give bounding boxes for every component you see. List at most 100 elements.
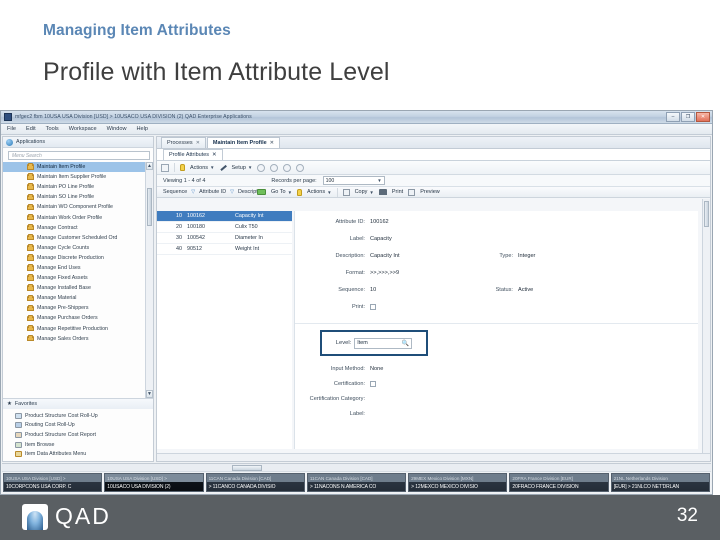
- sidebar-item-6[interactable]: Manage Contract: [3, 223, 153, 233]
- level-input[interactable]: Item 🔍: [354, 337, 413, 349]
- window-controls[interactable]: – ❐ ✕: [666, 112, 710, 122]
- close-icon[interactable]: ✕: [270, 140, 274, 146]
- menu-item-help[interactable]: Help: [137, 126, 149, 132]
- domain-segments[interactable]: 10USA USA Division [USD] > 10CORPCONS US…: [2, 472, 711, 493]
- sidebar-item-13[interactable]: Manage Material: [3, 293, 153, 303]
- sidebar-item-2[interactable]: Maintain PO Line Profile: [3, 182, 153, 192]
- column-header-sequence[interactable]: Sequence: [163, 189, 187, 195]
- sub-tab-bar[interactable]: Profile Attributes ✕: [157, 149, 710, 161]
- copy-menu[interactable]: Copy ▼: [355, 189, 374, 195]
- tab-profile-attributes[interactable]: Profile Attributes ✕: [163, 149, 223, 160]
- goto-menu[interactable]: Go To ▼: [271, 189, 292, 195]
- sidebar-item-4[interactable]: Maintain WO Component Profile: [3, 202, 153, 212]
- last-record-icon[interactable]: [296, 163, 305, 172]
- favorite-item-3[interactable]: Item Browse: [3, 440, 153, 450]
- print-checkbox[interactable]: [370, 304, 376, 310]
- tab-bar[interactable]: Processes ✕ Maintain Item Profile ✕: [157, 137, 710, 149]
- scrollbar-thumb[interactable]: [704, 201, 709, 227]
- filter-icon[interactable]: ▽: [191, 189, 195, 195]
- menu-item-file[interactable]: File: [7, 126, 16, 132]
- menu-bar[interactable]: File Edit Tools Workspace Window Help: [1, 124, 712, 135]
- menu-item-window[interactable]: Window: [107, 126, 127, 132]
- sidebar-item-8[interactable]: Manage Cycle Counts: [3, 243, 153, 253]
- scrollbar-thumb[interactable]: [232, 465, 262, 471]
- setup-menu[interactable]: Setup ▼: [232, 165, 253, 171]
- minimize-button[interactable]: –: [666, 112, 680, 122]
- menu-search-input[interactable]: Menu Search: [8, 151, 150, 160]
- close-button[interactable]: ✕: [696, 112, 710, 122]
- sidebar-item-14[interactable]: Manage Pre-Shippers: [3, 303, 153, 313]
- copy-icon[interactable]: [342, 188, 350, 196]
- table-row[interactable]: 20 100180 Culix T50: [157, 222, 292, 233]
- status-segment-active[interactable]: 10USA USA Division [USD] > 10USACO USA D…: [104, 473, 204, 492]
- level-field[interactable]: Level: Item 🔍: [336, 337, 413, 349]
- status-segment[interactable]: 11CAN Canada Division [CAD] > 11CANCO CA…: [205, 473, 305, 492]
- viewing-label: Viewing 1 - 4 of 4: [163, 177, 206, 184]
- favorite-item-0[interactable]: Product Structure Cost Roll-Up: [3, 411, 153, 421]
- grid-body[interactable]: 10 100162 Capacity Int 20 100180 Culix T…: [157, 211, 292, 449]
- status-segment[interactable]: 11CAN Canada Division [CAD] > 11NACONS N…: [306, 473, 407, 492]
- certification-checkbox[interactable]: [370, 381, 376, 387]
- maximize-button[interactable]: ❐: [681, 112, 695, 122]
- print-button[interactable]: Print: [392, 189, 403, 195]
- sidebar-item-9[interactable]: Manage Discrete Production: [3, 253, 153, 263]
- goto-icon[interactable]: [257, 189, 266, 195]
- next-record-icon[interactable]: [283, 163, 292, 172]
- sidebar-item-10[interactable]: Manage End Uses: [3, 263, 153, 273]
- table-row[interactable]: 10 100162 Capacity Int: [157, 211, 292, 222]
- sidebar-item-17[interactable]: Manage Sales Orders: [3, 334, 153, 344]
- expand-icon[interactable]: [161, 163, 169, 172]
- work-scrollbar[interactable]: [702, 199, 710, 453]
- sidebar-item-3[interactable]: Maintain SO Line Profile: [3, 192, 153, 202]
- table-row[interactable]: 40 90512 Weight Int: [157, 244, 292, 255]
- first-record-icon[interactable]: [257, 163, 266, 172]
- status-scrollbar[interactable]: [2, 464, 711, 472]
- sidebar-item-7[interactable]: Manage Customer Scheduled Ord: [3, 233, 153, 243]
- sidebar-scrollbar[interactable]: ▲ ▼: [145, 162, 153, 398]
- scroll-up-icon[interactable]: ▲: [146, 162, 153, 170]
- close-icon[interactable]: ✕: [212, 152, 217, 158]
- grid-header[interactable]: Sequence ▽ Attribute ID ▽ Description Go…: [157, 187, 710, 198]
- sidebar-item-16[interactable]: Manage Repetitive Production: [3, 324, 153, 334]
- sidebar-item-1[interactable]: Maintain Item Supplier Profile: [3, 172, 153, 182]
- grid-toolbar[interactable]: Go To ▼ Actions ▼ Copy ▼ Print Preview: [257, 187, 440, 197]
- records-per-page-select[interactable]: 100 ▼: [322, 176, 385, 185]
- work-area: Processes ✕ Maintain Item Profile ✕ Prof…: [156, 136, 711, 462]
- actions-menu[interactable]: Actions ▼: [190, 165, 215, 171]
- favorites-list[interactable]: Product Structure Cost Roll-Up Routing C…: [3, 409, 153, 461]
- grid-actions-menu[interactable]: Actions ▼: [307, 189, 332, 195]
- sidebar-item-12[interactable]: Manage Installed Base: [3, 283, 153, 293]
- tab-processes[interactable]: Processes ✕: [161, 137, 206, 148]
- sidebar-item-5[interactable]: Maintain Work Order Profile: [3, 212, 153, 222]
- column-header-attribute-id[interactable]: Attribute ID: [199, 189, 226, 195]
- menu-item-edit[interactable]: Edit: [26, 126, 36, 132]
- favorites-header[interactable]: ★ Favorites: [3, 398, 153, 409]
- favorite-item-1[interactable]: Routing Cost Roll-Up: [3, 421, 153, 431]
- tab-maintain-item-profile[interactable]: Maintain Item Profile ✕: [206, 137, 280, 148]
- filter-icon[interactable]: ▽: [230, 189, 234, 195]
- previous-record-icon[interactable]: [270, 163, 279, 172]
- status-segment[interactable]: 21NL Netherlands Division [EUR] > 21NLCO…: [610, 473, 710, 492]
- preview-icon[interactable]: [408, 188, 416, 196]
- window-titlebar: mfgec2 fbm 10USA USA Division [USD] > 10…: [1, 111, 712, 124]
- work-hscrollbar[interactable]: [157, 453, 710, 461]
- close-icon[interactable]: ✕: [196, 140, 200, 146]
- status-segment[interactable]: 10USA USA Division [USD] > 10CORPCONS US…: [3, 473, 103, 492]
- sidebar-tree[interactable]: Maintain Item Profile Maintain Item Supp…: [3, 162, 153, 398]
- menu-item-tools[interactable]: Tools: [46, 126, 59, 132]
- print-icon[interactable]: [378, 189, 387, 195]
- table-row[interactable]: 30 100542 Diameter In: [157, 233, 292, 244]
- menu-item-workspace[interactable]: Workspace: [69, 126, 97, 132]
- sidebar-item-maintain-item-profile[interactable]: Maintain Item Profile: [3, 162, 153, 173]
- scroll-down-icon[interactable]: ▼: [146, 390, 153, 398]
- sidebar-item-11[interactable]: Manage Fixed Assets: [3, 273, 153, 283]
- favorite-item-4[interactable]: Item Data Attributes Menu: [3, 449, 153, 459]
- sidebar-item-15[interactable]: Manage Purchase Orders: [3, 313, 153, 323]
- status-segment[interactable]: 29MEX Mexico Division [MXN] > 12MEXCO ME…: [408, 473, 508, 492]
- magnifier-icon[interactable]: 🔍: [402, 340, 409, 347]
- main-toolbar[interactable]: Actions ▼ Setup ▼: [157, 161, 710, 175]
- status-segment[interactable]: 20FRA France Division [EUR] 20FRACO FRAN…: [509, 473, 609, 492]
- preview-button[interactable]: Preview: [420, 189, 440, 195]
- favorite-item-2[interactable]: Product Structure Cost Report: [3, 430, 153, 440]
- scrollbar-thumb[interactable]: [147, 188, 152, 226]
